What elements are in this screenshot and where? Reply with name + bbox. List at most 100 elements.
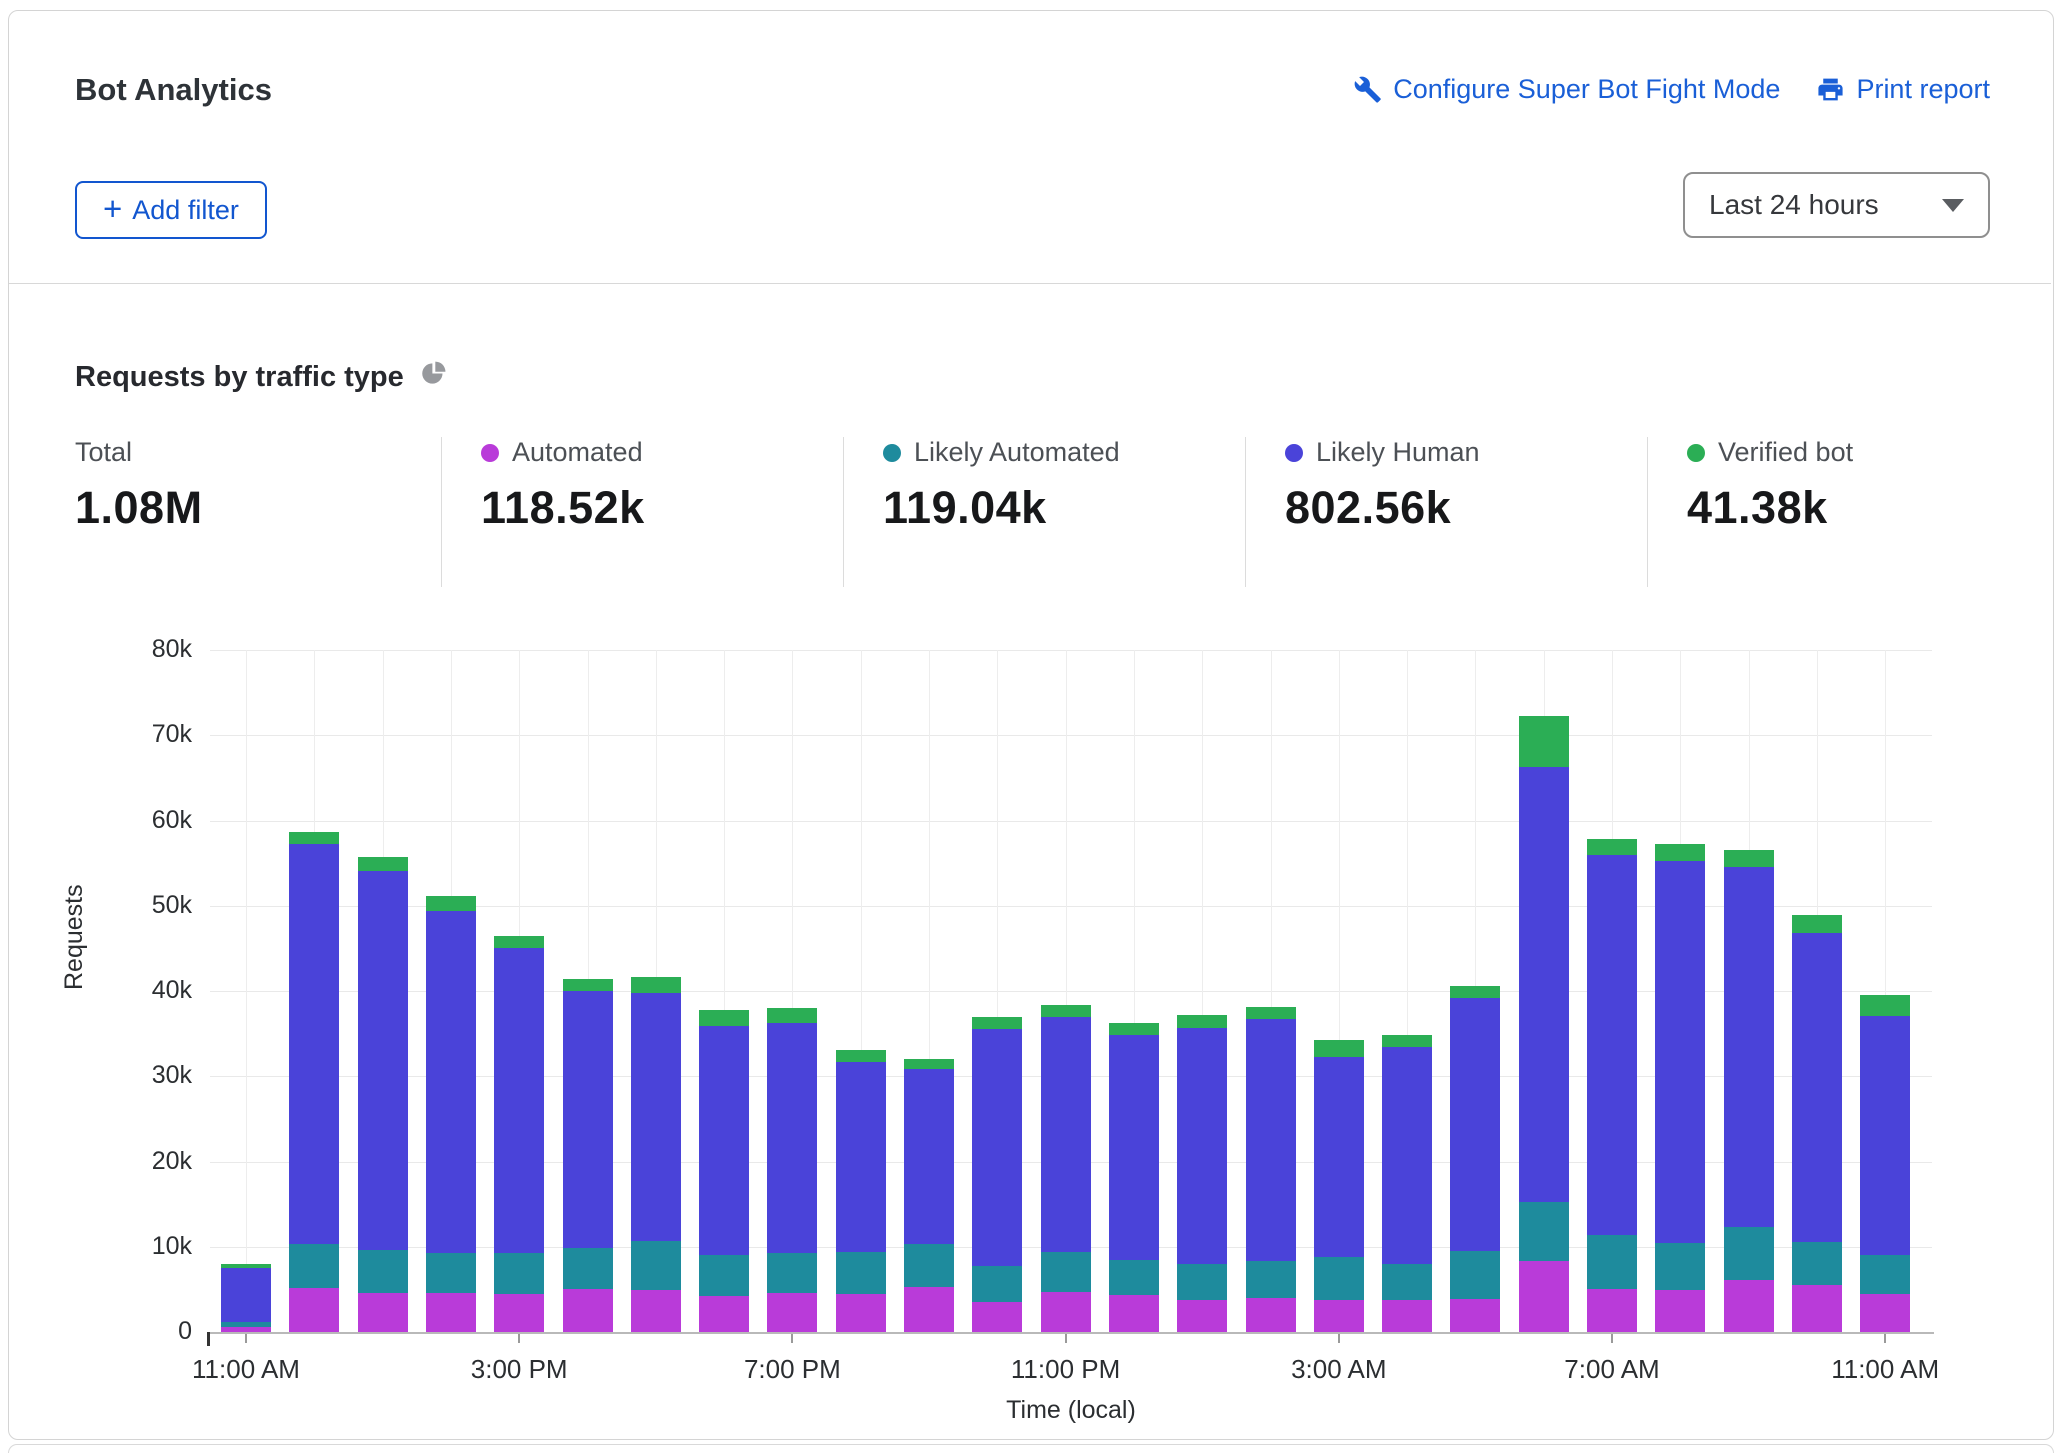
bar-segment-likely-automated bbox=[767, 1253, 817, 1293]
x-tick-mark bbox=[245, 1334, 247, 1343]
bar-segment-verified-bot bbox=[221, 1264, 271, 1268]
bar-segment-likely-automated bbox=[1724, 1227, 1774, 1280]
stat-value: 118.52k bbox=[481, 482, 645, 534]
stat-divider bbox=[843, 437, 844, 587]
bar-segment-verified-bot bbox=[1655, 844, 1705, 861]
bar-segment-automated bbox=[1792, 1285, 1842, 1332]
bar-segment-automated bbox=[1314, 1300, 1364, 1332]
configure-super-bot-fight-mode-link[interactable]: Configure Super Bot Fight Mode bbox=[1353, 74, 1780, 105]
x-tick-label: 11:00 AM bbox=[1785, 1354, 1985, 1385]
x-tick-label: 11:00 AM bbox=[146, 1354, 346, 1385]
print-link-label: Print report bbox=[1856, 74, 1990, 105]
bar-segment-verified-bot bbox=[1450, 986, 1500, 998]
bar-segment-likely-human bbox=[426, 911, 476, 1253]
header-divider bbox=[9, 283, 2051, 284]
time-range-value: Last 24 hours bbox=[1709, 189, 1879, 221]
bar-segment-likely-human bbox=[563, 991, 613, 1248]
bar-segment-likely-automated bbox=[836, 1252, 886, 1295]
bar-segment-likely-automated bbox=[494, 1253, 544, 1294]
bar-segment-likely-human bbox=[358, 871, 408, 1250]
time-range-select[interactable]: Last 24 hours bbox=[1683, 172, 1990, 238]
requests-by-traffic-type-chart: 010k20k30k40k50k60k70k80k11:00 AM3:00 PM… bbox=[0, 620, 2062, 1440]
bar-segment-verified-bot bbox=[494, 936, 544, 949]
bar-segment-automated bbox=[289, 1288, 339, 1332]
bar-segment-likely-automated bbox=[1519, 1202, 1569, 1262]
bar-segment-automated bbox=[1860, 1294, 1910, 1332]
bar-segment-automated bbox=[426, 1293, 476, 1332]
stat-automated: Automated118.52k bbox=[481, 437, 645, 534]
bar-segment-likely-human bbox=[836, 1062, 886, 1252]
bar-segment-automated bbox=[1041, 1292, 1091, 1332]
chevron-down-icon bbox=[1942, 199, 1964, 212]
bar-segment-verified-bot bbox=[904, 1059, 954, 1069]
y-tick-label: 70k bbox=[0, 720, 192, 749]
bar-segment-verified-bot bbox=[972, 1017, 1022, 1030]
wrench-icon bbox=[1353, 75, 1382, 104]
bar-segment-likely-automated bbox=[358, 1250, 408, 1293]
bar-segment-verified-bot bbox=[1724, 850, 1774, 867]
bar-segment-likely-automated bbox=[221, 1322, 271, 1327]
bar-segment-likely-human bbox=[972, 1029, 1022, 1265]
add-filter-button[interactable]: + Add filter bbox=[75, 181, 267, 239]
x-tick-mark bbox=[1884, 1334, 1886, 1343]
legend-dot-verified-bot bbox=[1687, 444, 1705, 462]
bar-segment-likely-human bbox=[1109, 1035, 1159, 1260]
bar-segment-automated bbox=[1655, 1290, 1705, 1332]
bar-segment-verified-bot bbox=[563, 979, 613, 991]
bar-segment-likely-human bbox=[1519, 767, 1569, 1202]
x-tick-mark bbox=[1065, 1334, 1067, 1343]
bar-segment-likely-automated bbox=[1450, 1251, 1500, 1299]
stat-value: 41.38k bbox=[1687, 482, 1853, 534]
stat-value: 1.08M bbox=[75, 482, 203, 534]
stat-label: Total bbox=[75, 437, 132, 468]
bar-segment-likely-human bbox=[289, 844, 339, 1244]
bar-segment-likely-human bbox=[1177, 1028, 1227, 1264]
bar-segment-likely-human bbox=[1587, 855, 1637, 1234]
h-gridline bbox=[210, 650, 1932, 651]
bar-segment-verified-bot bbox=[358, 857, 408, 871]
bar-segment-likely-human bbox=[1655, 861, 1705, 1244]
bar-segment-automated bbox=[563, 1289, 613, 1332]
page-title: Bot Analytics bbox=[75, 72, 272, 108]
bar-segment-automated bbox=[1587, 1289, 1637, 1332]
section-title-text: Requests by traffic type bbox=[75, 361, 404, 394]
x-tick-label: 7:00 AM bbox=[1512, 1354, 1712, 1385]
bar-segment-verified-bot bbox=[1587, 839, 1637, 855]
legend-dot-automated bbox=[481, 444, 499, 462]
bar-segment-likely-human bbox=[1041, 1017, 1091, 1252]
bar-segment-automated bbox=[904, 1287, 954, 1332]
next-card-top-edge bbox=[8, 1444, 2054, 1453]
bar-segment-automated bbox=[1724, 1280, 1774, 1332]
bar-segment-verified-bot bbox=[1519, 716, 1569, 766]
bar-segment-automated bbox=[1177, 1300, 1227, 1332]
bar-segment-likely-automated bbox=[563, 1248, 613, 1290]
bar-segment-automated bbox=[1519, 1261, 1569, 1332]
stat-verified-bot: Verified bot 41.38k bbox=[1687, 437, 1853, 534]
y-tick-label: 20k bbox=[0, 1147, 192, 1176]
y-tick-label: 80k bbox=[0, 635, 192, 664]
bar-segment-likely-automated bbox=[1860, 1255, 1910, 1293]
bar-segment-likely-human bbox=[494, 948, 544, 1252]
x-tick-label: 3:00 AM bbox=[1239, 1354, 1439, 1385]
stat-value: 119.04k bbox=[883, 482, 1120, 534]
print-report-link[interactable]: Print report bbox=[1816, 74, 1990, 105]
bar-segment-automated bbox=[972, 1302, 1022, 1332]
x-axis-baseline bbox=[208, 1332, 1934, 1334]
x-tick-mark bbox=[1611, 1334, 1613, 1343]
bar-segment-automated bbox=[767, 1293, 817, 1332]
bar-segment-verified-bot bbox=[1382, 1035, 1432, 1047]
bar-segment-verified-bot bbox=[767, 1008, 817, 1022]
bar-segment-automated bbox=[494, 1294, 544, 1332]
configure-link-label: Configure Super Bot Fight Mode bbox=[1393, 74, 1780, 105]
y-tick-label: 40k bbox=[0, 976, 192, 1005]
bar-segment-automated bbox=[1382, 1300, 1432, 1332]
stat-label: Verified bot bbox=[1718, 437, 1853, 468]
bar-segment-verified-bot bbox=[1792, 915, 1842, 933]
y-tick-label: 30k bbox=[0, 1061, 192, 1090]
bar-segment-likely-automated bbox=[1382, 1264, 1432, 1300]
bar-segment-likely-human bbox=[767, 1023, 817, 1253]
stat-divider bbox=[1647, 437, 1648, 587]
x-tick-mark bbox=[791, 1334, 793, 1343]
bar-segment-likely-automated bbox=[1655, 1243, 1705, 1290]
bar-segment-verified-bot bbox=[426, 896, 476, 911]
